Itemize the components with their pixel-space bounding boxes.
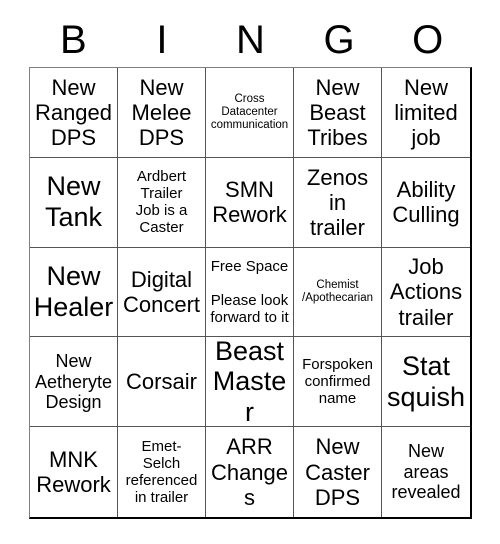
bingo-cell-text: Digital Concert <box>122 266 201 317</box>
bingo-cell[interactable]: New Tank <box>30 157 118 248</box>
bingo-cell-text: SMN Rework <box>212 177 287 228</box>
bingo-cell[interactable]: Ability Culling <box>382 157 470 248</box>
bingo-cell[interactable]: MNK Rework <box>30 427 118 517</box>
bingo-cell-text: New areas revealed <box>391 441 461 503</box>
bingo-cell-text: Free Space Please look forward to it <box>210 257 289 327</box>
bingo-cell-free-space[interactable]: Free Space Please look forward to it <box>206 247 294 338</box>
bingo-cell[interactable]: Job Actions trailer <box>382 247 470 338</box>
bingo-cell-text: New Beast Tribes <box>307 74 368 150</box>
bingo-cell[interactable]: SMN Rework <box>206 157 294 248</box>
bingo-cell[interactable]: ARR Changes <box>206 427 294 517</box>
bingo-cell[interactable]: New Aetheryte Design <box>30 337 118 428</box>
bingo-cell[interactable]: Zenos in trailer <box>294 157 382 248</box>
bingo-cell-text: New Tank <box>44 171 103 233</box>
bingo-cell[interactable]: Cross Datacenter communication <box>206 68 294 158</box>
bingo-cell-text: Ardbert Trailer Job is a Caster <box>135 168 188 237</box>
bingo-grid: New Ranged DPS New Melee DPS Cross Datac… <box>29 67 472 519</box>
bingo-cell[interactable]: New Healer <box>30 247 118 338</box>
bingo-cell-text: Job Actions trailer <box>389 254 463 330</box>
bingo-cell-text: New Melee DPS <box>131 74 192 150</box>
bingo-cell[interactable]: Emet- Selch referenced in trailer <box>118 427 206 517</box>
header-letter-o: O <box>412 17 444 62</box>
bingo-cell[interactable]: Corsair <box>118 337 206 428</box>
header-letter-b: B <box>59 17 87 62</box>
bingo-cell[interactable]: New areas revealed <box>382 427 470 517</box>
bingo-cell-text: New Ranged DPS <box>34 74 113 150</box>
bingo-cell-text: Corsair <box>126 369 197 395</box>
bingo-cell[interactable]: Forspoken confirmed name <box>294 337 382 428</box>
bingo-cell-text: Cross Datacenter communication <box>210 92 289 131</box>
bingo-header-row: B I N G O <box>29 12 472 67</box>
header-letter-g: G <box>323 17 355 62</box>
bingo-cell[interactable]: Stat squish <box>382 337 470 428</box>
bingo-cell-text: Chemist /Apothecarian <box>302 278 373 304</box>
bingo-cell-text: Zenos in trailer <box>306 164 369 240</box>
bingo-cell[interactable]: Beast Master <box>206 337 294 428</box>
bingo-cell[interactable]: Digital Concert <box>118 247 206 338</box>
header-letter-n: N <box>236 17 265 62</box>
bingo-card: B I N G O New Ranged DPS New Melee DPS C… <box>0 0 500 544</box>
bingo-cell-text: MNK Rework <box>36 447 111 498</box>
bingo-cell[interactable]: New Caster DPS <box>294 427 382 517</box>
bingo-cell-text: New Caster DPS <box>305 434 370 510</box>
bingo-cell[interactable]: New Ranged DPS <box>30 68 118 158</box>
bingo-cell[interactable]: New Melee DPS <box>118 68 206 158</box>
bingo-cell-text: Ability Culling <box>392 177 460 228</box>
header-letter-i: I <box>156 17 168 62</box>
bingo-cell-text: New limited job <box>394 74 458 150</box>
bingo-cell[interactable]: Chemist /Apothecarian <box>294 247 382 338</box>
bingo-cell-text: Beast Master <box>212 337 287 428</box>
bingo-cell[interactable]: Ardbert Trailer Job is a Caster <box>118 157 206 248</box>
bingo-cell-text: New Aetheryte Design <box>34 351 113 413</box>
bingo-cell[interactable]: New Beast Tribes <box>294 68 382 158</box>
bingo-cell-text: Emet- Selch referenced in trailer <box>125 437 198 507</box>
bingo-cell-text: Stat squish <box>386 351 466 412</box>
bingo-cell-text: ARR Changes <box>210 434 289 510</box>
bingo-cell-text: New Healer <box>33 261 114 322</box>
bingo-cell-text: Forspoken confirmed name <box>302 356 373 408</box>
bingo-cell[interactable]: New limited job <box>382 68 470 158</box>
